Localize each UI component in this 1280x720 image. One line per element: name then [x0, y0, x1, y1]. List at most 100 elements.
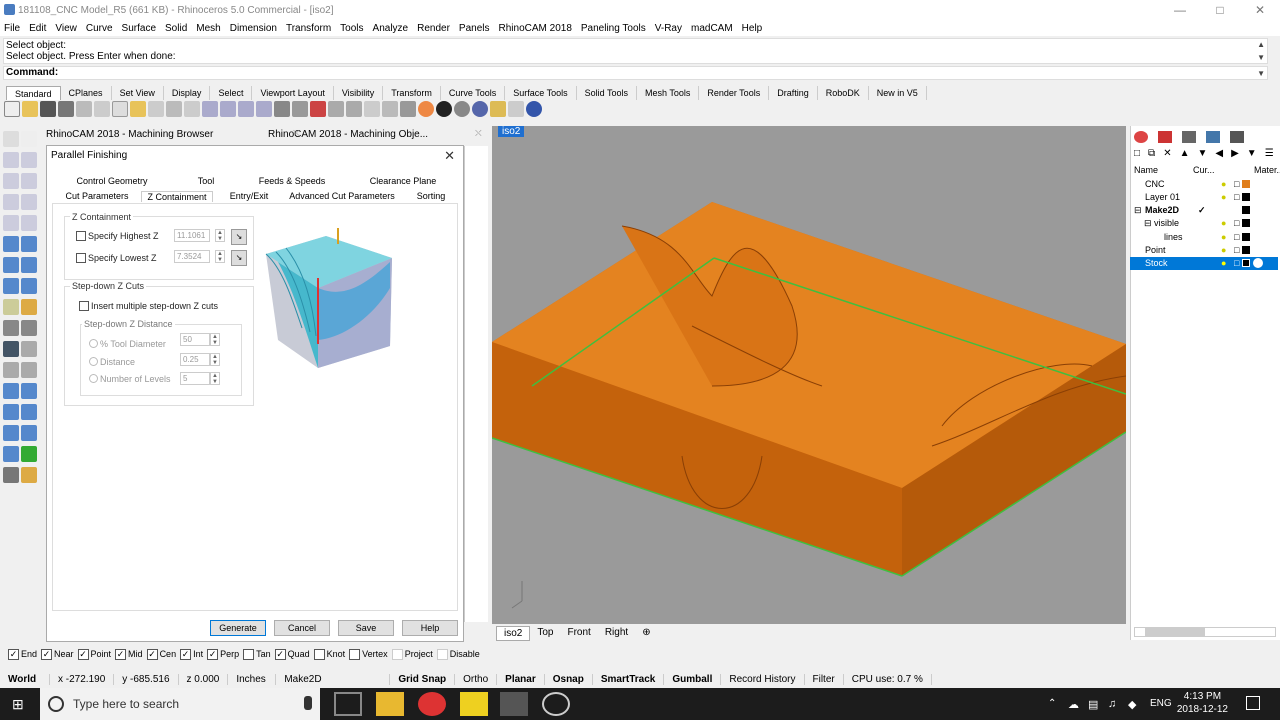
new-file-icon[interactable] — [4, 101, 20, 117]
four-view-icon[interactable] — [292, 101, 308, 117]
menu-mesh[interactable]: Mesh — [196, 23, 220, 34]
pin-icon[interactable]: ⛌ — [475, 128, 482, 139]
tab-set-view[interactable]: Set View — [112, 86, 164, 100]
layer-color-swatch[interactable] — [1242, 219, 1250, 227]
layer-color-swatch[interactable] — [1242, 180, 1250, 188]
close-button[interactable]: ✕ — [1240, 0, 1280, 20]
highest-z-field[interactable]: 11.1061 — [174, 229, 210, 242]
tab-transform[interactable]: Transform — [383, 86, 441, 100]
extrude-icon[interactable] — [21, 236, 37, 252]
move-icon[interactable] — [184, 101, 200, 117]
task-view-icon[interactable] — [334, 692, 362, 716]
layer-row-stock[interactable]: Stock ● □ — [1130, 257, 1278, 270]
select-arrow-icon[interactable] — [3, 131, 19, 147]
menu-render[interactable]: Render — [417, 23, 450, 34]
layers-h-scrollbar[interactable] — [1134, 627, 1276, 637]
boolean-union-icon[interactable] — [3, 341, 19, 357]
polygon-icon[interactable] — [21, 194, 37, 210]
chevron-down-icon[interactable]: ▼ — [1257, 68, 1265, 80]
chamfer-icon[interactable] — [21, 320, 37, 336]
network-icon[interactable]: ▤ — [1088, 698, 1098, 711]
tab-sorting[interactable]: Sorting — [399, 191, 463, 202]
status-record-history[interactable]: Record History — [721, 674, 805, 685]
dropbox-icon[interactable]: ◆ — [1128, 698, 1136, 711]
tab-viewport-layout[interactable]: Viewport Layout — [252, 86, 334, 100]
volume-icon[interactable]: ♫ — [1108, 698, 1116, 710]
tab-drafting[interactable]: Drafting — [769, 86, 818, 100]
delete-layer-icon[interactable]: ✕ — [1163, 148, 1171, 159]
tab-clearance-plane[interactable]: Clearance Plane — [343, 176, 463, 186]
cylinder-icon[interactable] — [3, 278, 19, 294]
menu-view[interactable]: View — [55, 23, 77, 34]
tab-new-in-v5[interactable]: New in V5 — [869, 86, 927, 100]
bulb-icon[interactable]: ● — [1221, 231, 1226, 244]
bulb-icon[interactable]: ● — [1221, 178, 1226, 191]
distance-spinner[interactable]: ▲ ▼ — [210, 353, 220, 366]
tab-advanced-cut-parameters[interactable]: Advanced Cut Parameters — [285, 191, 399, 202]
obs-icon[interactable] — [542, 692, 570, 716]
specify-lowest-z-checkbox[interactable] — [76, 253, 86, 263]
camera-tab-icon[interactable] — [1230, 131, 1244, 143]
tab-top[interactable]: Top — [530, 626, 560, 641]
osnap-point-checkbox[interactable]: ✓ — [77, 648, 89, 660]
render-tab-icon[interactable] — [1206, 131, 1220, 143]
copy-object-icon[interactable] — [21, 383, 37, 399]
lowest-z-spinner[interactable]: ▲ ▼ — [215, 250, 225, 263]
notifications-icon[interactable] — [1246, 696, 1260, 710]
save-button[interactable]: Save — [338, 620, 394, 636]
filter-icon[interactable]: ▼ — [1247, 148, 1257, 159]
move-up-icon[interactable]: ▲ — [1180, 148, 1190, 159]
polyline-icon[interactable] — [3, 152, 19, 168]
select-all-icon[interactable] — [328, 101, 344, 117]
unlock-icon[interactable] — [400, 101, 416, 117]
tool-diameter-field[interactable]: 50 — [180, 333, 210, 346]
cortana-icon[interactable] — [48, 696, 64, 712]
layer-col-name[interactable]: Name — [1134, 165, 1158, 175]
tab-feeds-speeds[interactable]: Feeds & Speeds — [241, 176, 343, 186]
menu-tools[interactable]: Tools — [340, 23, 363, 34]
curve-icon[interactable] — [21, 152, 37, 168]
status-layer[interactable]: Make2D — [276, 674, 391, 685]
new-layer-icon[interactable]: □ — [1134, 148, 1140, 159]
bulb-icon[interactable]: ● — [1221, 191, 1226, 204]
cplane-icon[interactable] — [310, 101, 326, 117]
open-file-icon[interactable] — [22, 101, 38, 117]
viewport-label[interactable]: iso2 — [498, 126, 525, 137]
rectangle-icon[interactable] — [3, 194, 19, 210]
layer-row-layer01[interactable]: Layer 01 ● □ — [1130, 191, 1278, 204]
menu-file[interactable]: File — [4, 23, 20, 34]
menu-edit[interactable]: Edit — [29, 23, 46, 34]
number-of-levels-field[interactable]: 5 — [180, 372, 210, 385]
surface-icon[interactable] — [3, 236, 19, 252]
lock-icon[interactable]: □ — [1234, 257, 1239, 270]
lock-icon[interactable] — [382, 101, 398, 117]
windows-start-icon[interactable]: ⊞ — [12, 696, 28, 712]
tab-robodk[interactable]: RoboDK — [818, 86, 869, 100]
tab-curve-tools[interactable]: Curve Tools — [441, 86, 506, 100]
tab-surface-tools[interactable]: Surface Tools — [505, 86, 577, 100]
osnap-disable-checkbox[interactable] — [436, 648, 448, 660]
status-smarttrack[interactable]: SmartTrack — [593, 674, 665, 685]
chrome-icon[interactable] — [418, 692, 446, 716]
paste-icon[interactable] — [130, 101, 146, 117]
specify-highest-z-checkbox[interactable] — [76, 231, 86, 241]
microphone-icon[interactable] — [304, 696, 312, 710]
layers-tab-icon[interactable] — [1158, 131, 1172, 143]
osnap-mid-checkbox[interactable]: ✓ — [115, 648, 127, 660]
tab-mesh-tools[interactable]: Mesh Tools — [637, 86, 700, 100]
layer-color-swatch[interactable] — [1242, 193, 1250, 201]
status-units[interactable]: Inches — [228, 674, 277, 685]
tab-right[interactable]: Right — [598, 626, 635, 641]
status-cplane[interactable]: World — [0, 674, 50, 685]
rotate-view-icon[interactable] — [274, 101, 290, 117]
array-icon[interactable] — [21, 425, 37, 441]
cancel-button[interactable]: Cancel — [274, 620, 330, 636]
bulb-icon[interactable]: ● — [1221, 244, 1226, 257]
render-icon[interactable] — [3, 467, 19, 483]
cut-icon[interactable] — [94, 101, 110, 117]
layer-color-swatch[interactable] — [1242, 246, 1250, 254]
color-wheel-icon[interactable] — [418, 101, 434, 117]
onedrive-icon[interactable]: ☁ — [1068, 698, 1079, 711]
tab-render-tools[interactable]: Render Tools — [699, 86, 770, 100]
tab-visibility[interactable]: Visibility — [334, 86, 384, 100]
